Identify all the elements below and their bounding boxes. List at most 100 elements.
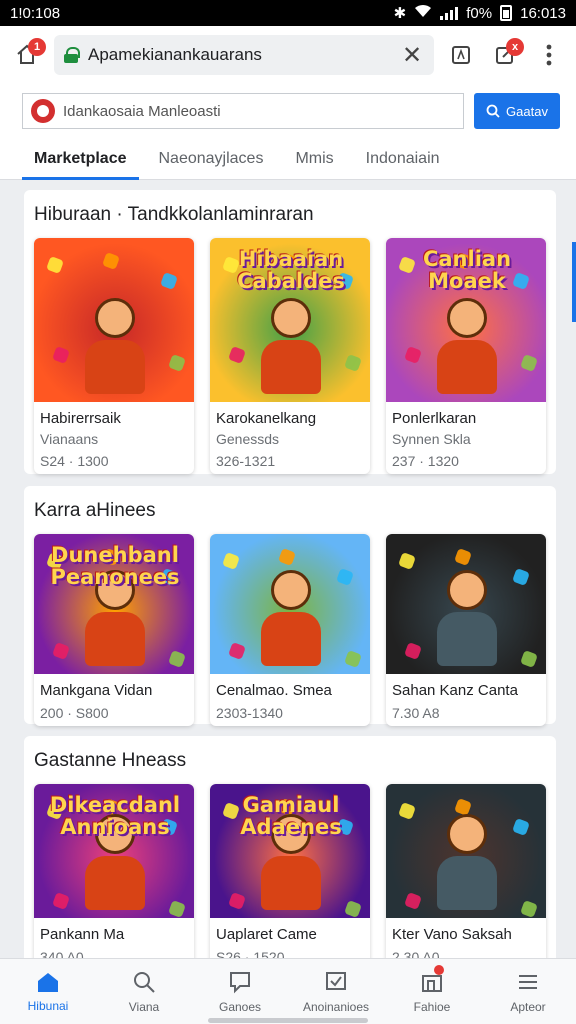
more-button[interactable] <box>532 38 566 72</box>
game-thumbnail <box>386 534 546 674</box>
art-gem <box>228 346 246 364</box>
art-gem <box>398 802 416 820</box>
game-price: 340 A0 <box>40 949 84 958</box>
search-input[interactable]: Idankaosaia Manleoasti <box>22 93 464 129</box>
game-price: 2.30 A0 <box>392 949 440 958</box>
game-thumbnail: Canlian Moaek <box>386 238 546 402</box>
tab-4[interactable]: Indonaiain <box>354 138 452 179</box>
game-name: Mankgana Vidan <box>40 682 153 699</box>
nav-store[interactable]: Fahioe <box>384 959 480 1024</box>
art-gem <box>344 900 362 918</box>
art-gem <box>404 892 422 910</box>
game-card[interactable]: Dikeacdanl Annioans Pankann Ma 340 A0 <box>34 784 194 958</box>
battery-percent: f0% <box>466 4 493 22</box>
nav-home[interactable]: Hibunai <box>0 959 96 1024</box>
nav-label: Anoinanioes <box>302 999 370 1014</box>
game-price: 2303-1340 <box>216 705 283 721</box>
nav-activity[interactable]: Anoinanioes <box>288 959 384 1024</box>
art-title: Gamiaul Adaenes <box>240 793 342 839</box>
art-character <box>427 570 507 666</box>
game-name: Sahan Kanz Canta <box>392 682 518 699</box>
nav-search[interactable]: Viana <box>96 959 192 1024</box>
nav-label: Viana <box>128 999 160 1014</box>
chat-icon <box>230 971 250 993</box>
game-name: Pankann Ma <box>40 926 125 943</box>
brand-logo-icon <box>31 99 55 123</box>
game-card[interactable]: Sahan Kanz Canta 7.30 A8 <box>386 534 546 726</box>
game-card[interactable]: Gamiaul Adaenes Uaplaret Came S26 · 1520 <box>210 784 370 958</box>
art-gem <box>344 650 362 668</box>
art-gem <box>168 900 186 918</box>
game-thumbnail: Dunehbanl Peanonees <box>34 534 194 674</box>
section-1: Hiburaan · Tandkkolanlaminraran Habirerr… <box>24 190 556 474</box>
checkbox-icon <box>326 971 346 990</box>
nav-more[interactable]: Apteor <box>480 959 576 1024</box>
menu-icon <box>519 974 537 989</box>
search-icon <box>486 104 500 118</box>
tab-label: Marketplace <box>34 149 127 167</box>
game-thumbnail <box>34 238 194 402</box>
tab-label: Indonaiain <box>365 149 440 167</box>
game-name: Kter Vano Saksah <box>392 926 512 943</box>
art-gem <box>404 346 422 364</box>
status-bar: 1!0:108 ✱ f0% 16:013 <box>0 0 576 26</box>
content-feed: Hiburaan · Tandkkolanlaminraran Habirerr… <box>0 180 576 958</box>
art-gem <box>46 256 64 274</box>
art-character <box>251 570 331 666</box>
game-subtitle: Synnen Skla <box>392 431 471 447</box>
reader-button[interactable] <box>444 38 478 72</box>
edit-button[interactable]: x <box>488 38 524 72</box>
tab-label: Mmis <box>295 149 334 167</box>
game-thumbnail: Hibaaian Cabaldes <box>210 238 370 402</box>
tab-2[interactable]: Naeonayjlaces <box>147 138 276 179</box>
game-card[interactable]: Dunehbanl Peanonees Mankgana Vidan 200 · … <box>34 534 194 726</box>
tab-marketplace[interactable]: Marketplace <box>22 138 139 180</box>
art-gem <box>344 354 362 372</box>
nav-label: Hibunai <box>27 998 69 1013</box>
scroll-indicator <box>572 242 576 322</box>
search-button[interactable]: Gaatav <box>474 93 560 129</box>
game-card[interactable]: Cenalmao. Smea 2303-1340 <box>210 534 370 726</box>
store-notification-dot <box>434 965 444 975</box>
game-card[interactable]: Hibaaian Cabaldes Karokanelkang Genessds 3… <box>210 238 370 474</box>
art-title: Canlian Moaek <box>422 247 512 293</box>
art-gem <box>398 552 416 570</box>
game-price: 200 · S800 <box>40 705 109 721</box>
art-gem <box>512 568 530 586</box>
section-3: Gastanne Hneass Dikeacdanl Annioans Pank… <box>24 736 556 958</box>
url-text: Apamekianankauarans <box>88 45 262 64</box>
game-card[interactable]: Habirerrsaik Vianaans S24 · 1300 <box>34 238 194 474</box>
search-placeholder: Idankaosaia Manleoasti <box>63 102 221 120</box>
art-gem <box>52 346 70 364</box>
search-bar: Idankaosaia Manleoasti Gaatav <box>0 84 576 138</box>
category-tabs: Marketplace Naeonayjlaces Mmis Indonaiai… <box>0 138 576 180</box>
art-gem <box>102 252 120 270</box>
bottom-navigation: Hibunai Viana Ganoes Anoinanioes Fahioe … <box>0 958 576 1024</box>
section-title: Gastanne Hneass <box>34 750 187 771</box>
edit-notification-badge: x <box>506 38 524 56</box>
art-title: Dikeacdanl Annioans <box>49 793 181 839</box>
status-icons: ✱ f0% 16:013 <box>394 4 566 23</box>
art-gem <box>336 568 354 586</box>
home-indicator[interactable] <box>208 1018 368 1023</box>
game-card[interactable]: Kter Vano Saksah 2.30 A0 <box>386 784 546 958</box>
home-button[interactable]: 1 <box>10 38 46 72</box>
art-character <box>427 814 507 910</box>
status-time-left: 1!0:108 <box>10 4 61 22</box>
address-bar[interactable]: Apamekianankauarans ✕ <box>54 35 434 75</box>
art-title: Hibaaian Cabaldes <box>237 247 345 293</box>
art-gem <box>454 548 472 566</box>
battery-icon <box>500 5 513 21</box>
game-price: 326-1321 <box>216 453 276 469</box>
game-thumbnail <box>386 784 546 918</box>
game-subtitle: Vianaans <box>40 431 99 447</box>
game-thumbnail: Dikeacdanl Annioans <box>34 784 194 918</box>
game-price: 7.30 A8 <box>392 705 440 721</box>
nav-label: Apteor <box>510 999 546 1014</box>
tab-3[interactable]: Mmis <box>283 138 345 179</box>
art-gem <box>228 892 246 910</box>
nav-games[interactable]: Ganoes <box>192 959 288 1024</box>
close-icon[interactable]: ✕ <box>400 41 424 70</box>
game-card[interactable]: Canlian Moaek Ponlerlkaran Synnen Skla 237… <box>386 238 546 474</box>
art-gem <box>222 552 240 570</box>
